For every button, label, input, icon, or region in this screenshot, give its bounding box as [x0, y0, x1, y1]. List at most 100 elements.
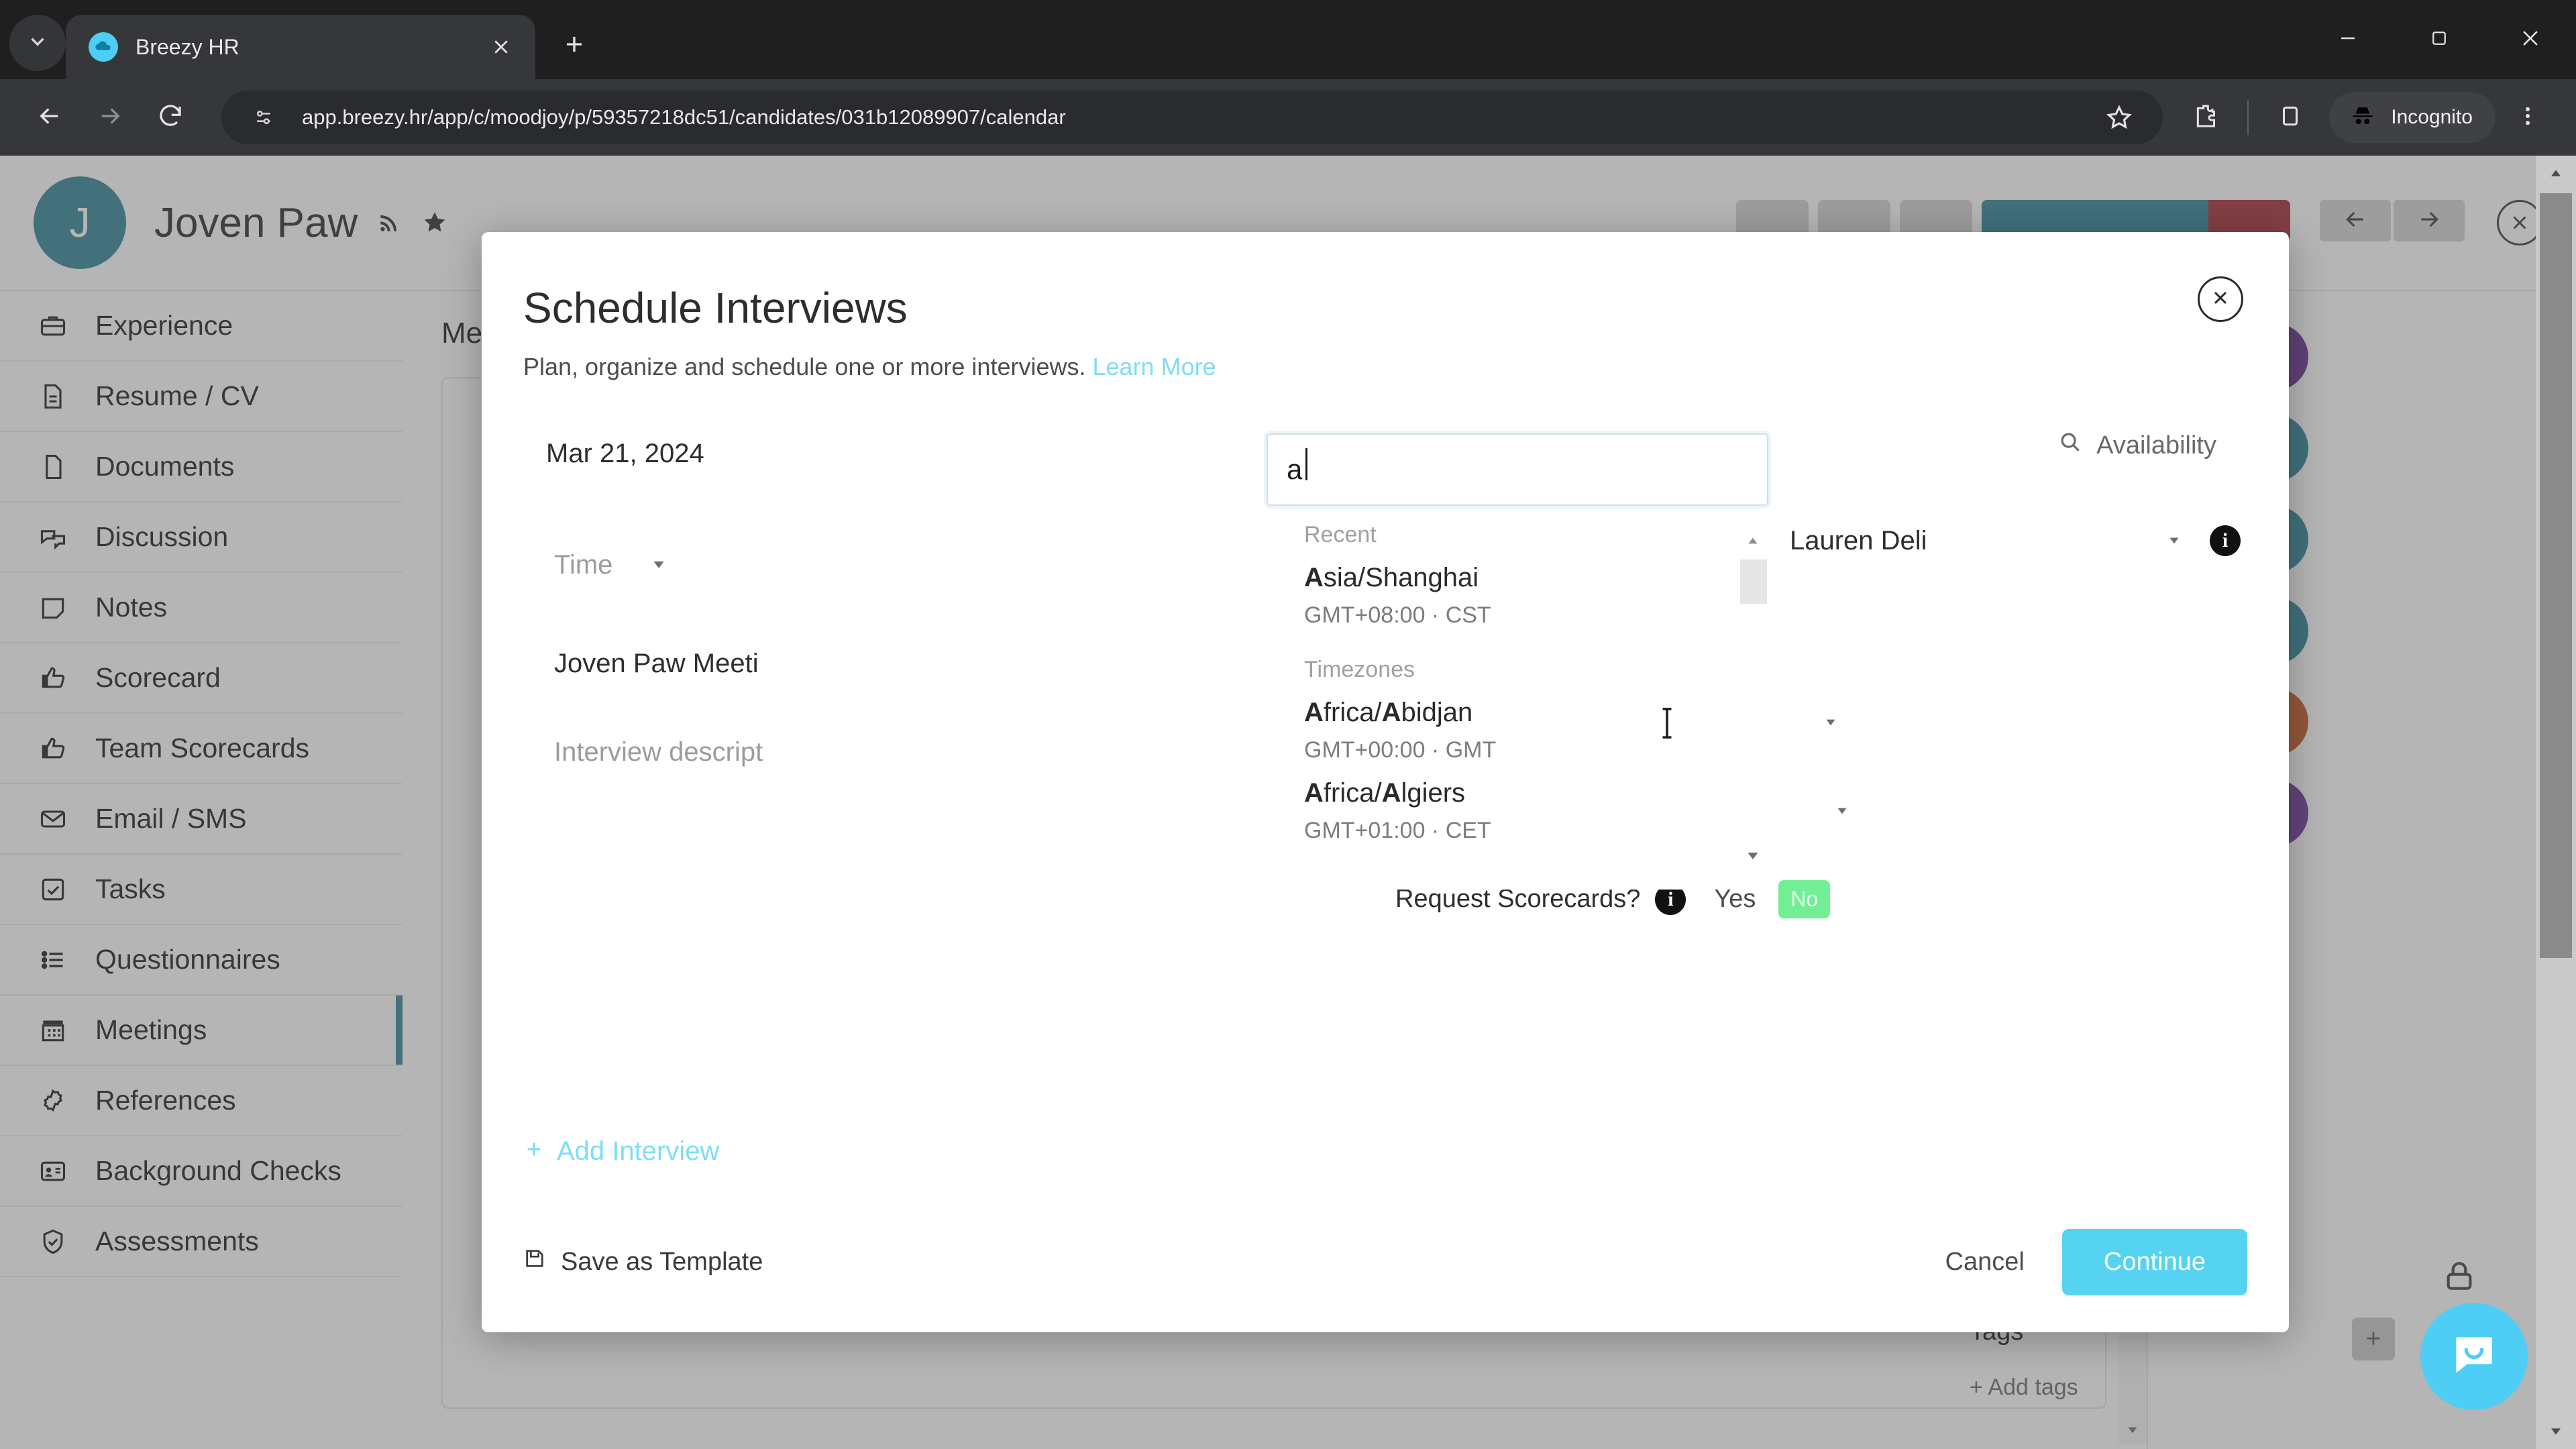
timezone-search-input[interactable]: a: [1267, 433, 1768, 506]
avatar: J: [34, 176, 126, 269]
address-bar[interactable]: app.breezy.hr/app/c/moodjoy/p/59357218dc…: [221, 91, 2163, 144]
timezone-option-offset: GMT+01:00 · CET: [1304, 818, 1491, 843]
close-icon[interactable]: [484, 30, 518, 64]
caret-up-icon[interactable]: [1737, 526, 1768, 555]
back-button[interactable]: [21, 89, 78, 146]
profile-incognito-button[interactable]: Incognito: [2329, 92, 2496, 143]
sidebar-item-label: Scorecard: [95, 662, 221, 693]
info-icon[interactable]: i: [2210, 525, 2241, 556]
interviewer-select[interactable]: Lauren Deli: [1790, 526, 2165, 556]
envelope-icon: [35, 801, 71, 837]
document-lines-icon: [35, 378, 71, 415]
sidebar-item-email-sms[interactable]: Email / SMS: [0, 784, 402, 855]
window-close-button[interactable]: [2485, 0, 2576, 79]
modal-footer: Save as Template Cancel Continue: [482, 1191, 2289, 1332]
save-as-template-button[interactable]: Save as Template: [523, 1247, 763, 1277]
file-icon: [35, 449, 71, 485]
lock-icon[interactable]: [2428, 1245, 2490, 1307]
timezone-option[interactable]: Africa/Abidjan GMT+00:00 · GMT: [1267, 683, 1768, 763]
sidebar-item-scorecard[interactable]: Scorecard: [0, 643, 402, 714]
rss-icon[interactable]: [376, 210, 402, 235]
interview-date-input[interactable]: Mar 21, 2024: [523, 419, 1355, 488]
intercom-chat-button[interactable]: [2420, 1303, 2528, 1410]
caret-down-icon[interactable]: [1737, 841, 1768, 871]
availability-label: Availability: [2096, 431, 2216, 460]
timezone-option[interactable]: Asia/Shanghai GMT+08:00 · CST: [1267, 548, 1768, 629]
timezone-dropdown[interactable]: Recent Asia/Shanghai GMT+08:00 · CST Tim…: [1267, 506, 1768, 890]
minimize-icon: [2337, 27, 2359, 53]
bookmark-star-icon[interactable]: [2098, 97, 2140, 138]
tune-icon[interactable]: [244, 98, 283, 137]
chevron-down-icon: [26, 30, 49, 56]
modal-close-button[interactable]: [2198, 276, 2243, 322]
sidebar-item-team-scorecards[interactable]: Team Scorecards: [0, 714, 402, 784]
extensions-button[interactable]: [2178, 89, 2234, 146]
sidebar-item-references[interactable]: References: [0, 1066, 402, 1136]
close-icon: [2519, 27, 2542, 53]
page-scrollbar[interactable]: [2536, 156, 2576, 1449]
minimize-button[interactable]: [2302, 0, 2394, 79]
tab-title: Breezy HR: [136, 34, 239, 59]
sidebar-item-discussion[interactable]: Discussion: [0, 502, 402, 573]
chat-bubbles-icon: [35, 519, 71, 555]
browser-menu-button[interactable]: [2500, 89, 2556, 146]
tab-search-button[interactable]: [9, 15, 66, 71]
save-icon: [523, 1247, 546, 1277]
sidebar-item-assessments[interactable]: Assessments: [0, 1207, 402, 1277]
incognito-hat-icon: [2348, 101, 2377, 134]
sidebar-item-label: Meetings: [95, 1014, 207, 1045]
sidebar-item-label: Resume / CV: [95, 380, 259, 411]
caret-down-icon[interactable]: [2165, 532, 2183, 549]
modal-subtitle: Plan, organize and schedule one or more …: [482, 333, 2289, 381]
scrollbar-thumb[interactable]: [2540, 193, 2572, 958]
prev-candidate-button[interactable]: [2320, 200, 2391, 241]
sidebar-item-resume-cv[interactable]: Resume / CV: [0, 362, 402, 432]
sidebar-item-questionnaires[interactable]: Questionnaires: [0, 925, 402, 996]
thumbs-up-icon: [35, 731, 71, 767]
timezone-option-offset: GMT+08:00 · CST: [1304, 602, 1491, 628]
plus-icon[interactable]: +: [2352, 1318, 2395, 1360]
caret-down-icon[interactable]: [2536, 1414, 2576, 1449]
modal-title: Schedule Interviews: [523, 284, 908, 332]
check-square-icon: [35, 871, 71, 908]
arrow-right-icon: [2416, 206, 2443, 236]
maximize-button[interactable]: [2394, 0, 2485, 79]
sidebar-item-tasks[interactable]: Tasks: [0, 855, 402, 925]
timezone-dropdown-scrollbar[interactable]: [1737, 506, 1768, 890]
new-tab-button[interactable]: [550, 21, 598, 70]
learn-more-link[interactable]: Learn More: [1093, 353, 1216, 380]
sidebar-item-experience[interactable]: Experience: [0, 291, 402, 362]
timezone-option-offset: GMT+00:00 · GMT: [1304, 737, 1497, 763]
sidebar-item-meetings[interactable]: Meetings: [0, 996, 402, 1066]
timezone-option[interactable]: Africa/Algiers GMT+01:00 · CET: [1267, 763, 1768, 844]
interview-form-left: Mar 21, 2024 Time Joven Paw Meeti Interv…: [523, 419, 1355, 918]
interview-description-input[interactable]: Interview descript: [523, 729, 812, 775]
interview-time-select[interactable]: Time: [523, 537, 1355, 593]
page-title: Joven Paw: [154, 199, 358, 246]
cancel-button[interactable]: Cancel: [1945, 1248, 2025, 1277]
add-interview-button[interactable]: Add Interview: [523, 1136, 719, 1167]
sidebar-item-notes[interactable]: Notes: [0, 573, 402, 643]
scorecards-no-option[interactable]: No: [1778, 880, 1831, 918]
maximize-icon: [2429, 28, 2449, 52]
timezone-group-label: Recent: [1304, 522, 1377, 547]
modal-footer-actions: Cancel Continue: [1945, 1228, 2247, 1295]
sidebar-item-label: Questionnaires: [95, 944, 280, 975]
browser-tab[interactable]: Breezy HR: [66, 15, 535, 79]
plus-icon: [523, 1136, 545, 1167]
sidebar-item-label: Email / SMS: [95, 803, 247, 834]
sidebar-item-label: Team Scorecards: [95, 733, 310, 763]
continue-button[interactable]: Continue: [2061, 1228, 2247, 1295]
side-panel-button[interactable]: [2262, 89, 2318, 146]
sidebar-item-background-checks[interactable]: Background Checks: [0, 1136, 402, 1207]
sidebar-item-label: Background Checks: [95, 1155, 341, 1186]
caret-up-icon[interactable]: [2536, 156, 2576, 191]
candidate-pager: [2320, 200, 2465, 241]
sidebar-item-documents[interactable]: Documents: [0, 432, 402, 502]
reload-button[interactable]: [142, 89, 199, 146]
scrollbar-thumb[interactable]: [1740, 559, 1767, 604]
interview-title-input[interactable]: Joven Paw Meeti: [523, 640, 812, 687]
star-filled-icon[interactable]: [421, 209, 449, 237]
forward-button[interactable]: [82, 89, 138, 146]
next-candidate-button[interactable]: [2394, 200, 2465, 241]
